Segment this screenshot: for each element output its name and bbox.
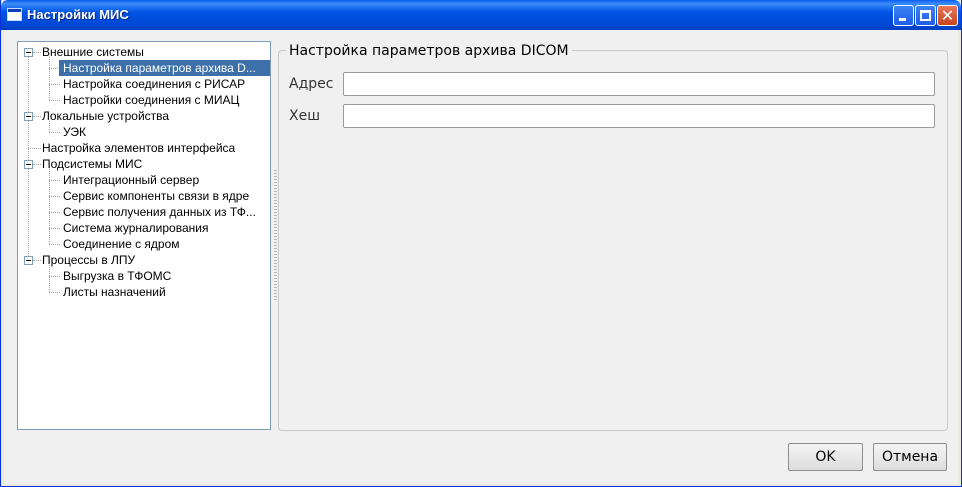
- tree-connector: [49, 265, 50, 292]
- tree-connector: [49, 180, 60, 181]
- close-icon: ✕: [940, 6, 955, 25]
- tree-connector: [49, 84, 60, 85]
- tree-item[interactable]: УЭК: [61, 124, 88, 140]
- splitter-handle[interactable]: [274, 170, 277, 300]
- maximize-icon: [916, 6, 935, 25]
- tree-connector: [33, 52, 41, 53]
- close-button[interactable]: ✕: [937, 5, 958, 26]
- collapse-icon[interactable]: [24, 160, 33, 169]
- tree-connector: [49, 100, 60, 101]
- tree-connector: [28, 148, 41, 149]
- tree-connector: [49, 196, 60, 197]
- tree-item[interactable]: Процессы в ЛПУ: [41, 252, 136, 268]
- window-icon: [7, 8, 22, 21]
- collapse-icon[interactable]: [24, 256, 33, 265]
- tree-connector: [33, 116, 41, 117]
- dialog-body: Внешние системы Настройка параметров архи…: [4, 30, 958, 484]
- hash-input[interactable]: [343, 104, 935, 128]
- tree-connector: [49, 57, 50, 100]
- tree-item[interactable]: Выгрузка в ТФОМС: [61, 268, 173, 284]
- tree-connector: [49, 244, 60, 245]
- tree-item[interactable]: Внешние системы: [41, 44, 145, 60]
- tree-connector: [33, 164, 41, 165]
- tree-connector: [49, 121, 50, 132]
- tree-item[interactable]: Система журналирования: [61, 220, 210, 236]
- tree-item[interactable]: Листы назначений: [61, 284, 168, 300]
- address-input[interactable]: [343, 72, 935, 96]
- tree-item[interactable]: Настройки соединения с МИАЦ: [61, 92, 241, 108]
- tree-connector: [49, 132, 60, 133]
- groupbox-title: Настройка параметров архива DICOM: [286, 42, 572, 60]
- address-label: Адрес: [289, 76, 334, 92]
- tree-connector: [49, 169, 50, 244]
- settings-tree[interactable]: Внешние системы Настройка параметров архи…: [17, 41, 271, 430]
- tree-item[interactable]: Интеграционный сервер: [61, 172, 201, 188]
- tree-item[interactable]: Локальные устройства: [41, 108, 170, 124]
- tree-connector: [49, 292, 60, 293]
- maximize-button[interactable]: [915, 5, 936, 26]
- tree-item[interactable]: Соединение с ядром: [61, 236, 182, 252]
- cancel-button[interactable]: Отмена: [873, 443, 947, 471]
- tree-item[interactable]: Настройка соединения с РИСАР: [61, 76, 247, 92]
- tree-connector: [49, 276, 60, 277]
- collapse-icon[interactable]: [24, 112, 33, 121]
- collapse-icon[interactable]: [24, 48, 33, 57]
- tree-connector: [28, 52, 29, 260]
- hash-label: Хеш: [289, 108, 321, 124]
- tree-item[interactable]: Настройка параметров архива D...: [59, 60, 270, 76]
- settings-window: Настройки МИС ✕ Внешние системы Настройка…: [0, 0, 962, 487]
- tree-item[interactable]: Сервис компоненты связи в ядре: [61, 188, 251, 204]
- ok-button[interactable]: OK: [788, 443, 863, 471]
- window-title: Настройки МИС: [27, 7, 129, 22]
- tree-item[interactable]: Настройка элементов интерфейса: [41, 140, 236, 156]
- minimize-icon: [894, 6, 913, 25]
- tree-item[interactable]: Подсистемы МИС: [41, 156, 143, 172]
- tree-connector: [49, 228, 60, 229]
- minimize-button[interactable]: [893, 5, 914, 26]
- tree-item[interactable]: Сервис получения данных из ТФ...: [61, 204, 258, 220]
- tree-connector: [33, 260, 41, 261]
- tree-connector: [49, 212, 60, 213]
- title-bar[interactable]: Настройки МИС ✕: [1, 0, 961, 30]
